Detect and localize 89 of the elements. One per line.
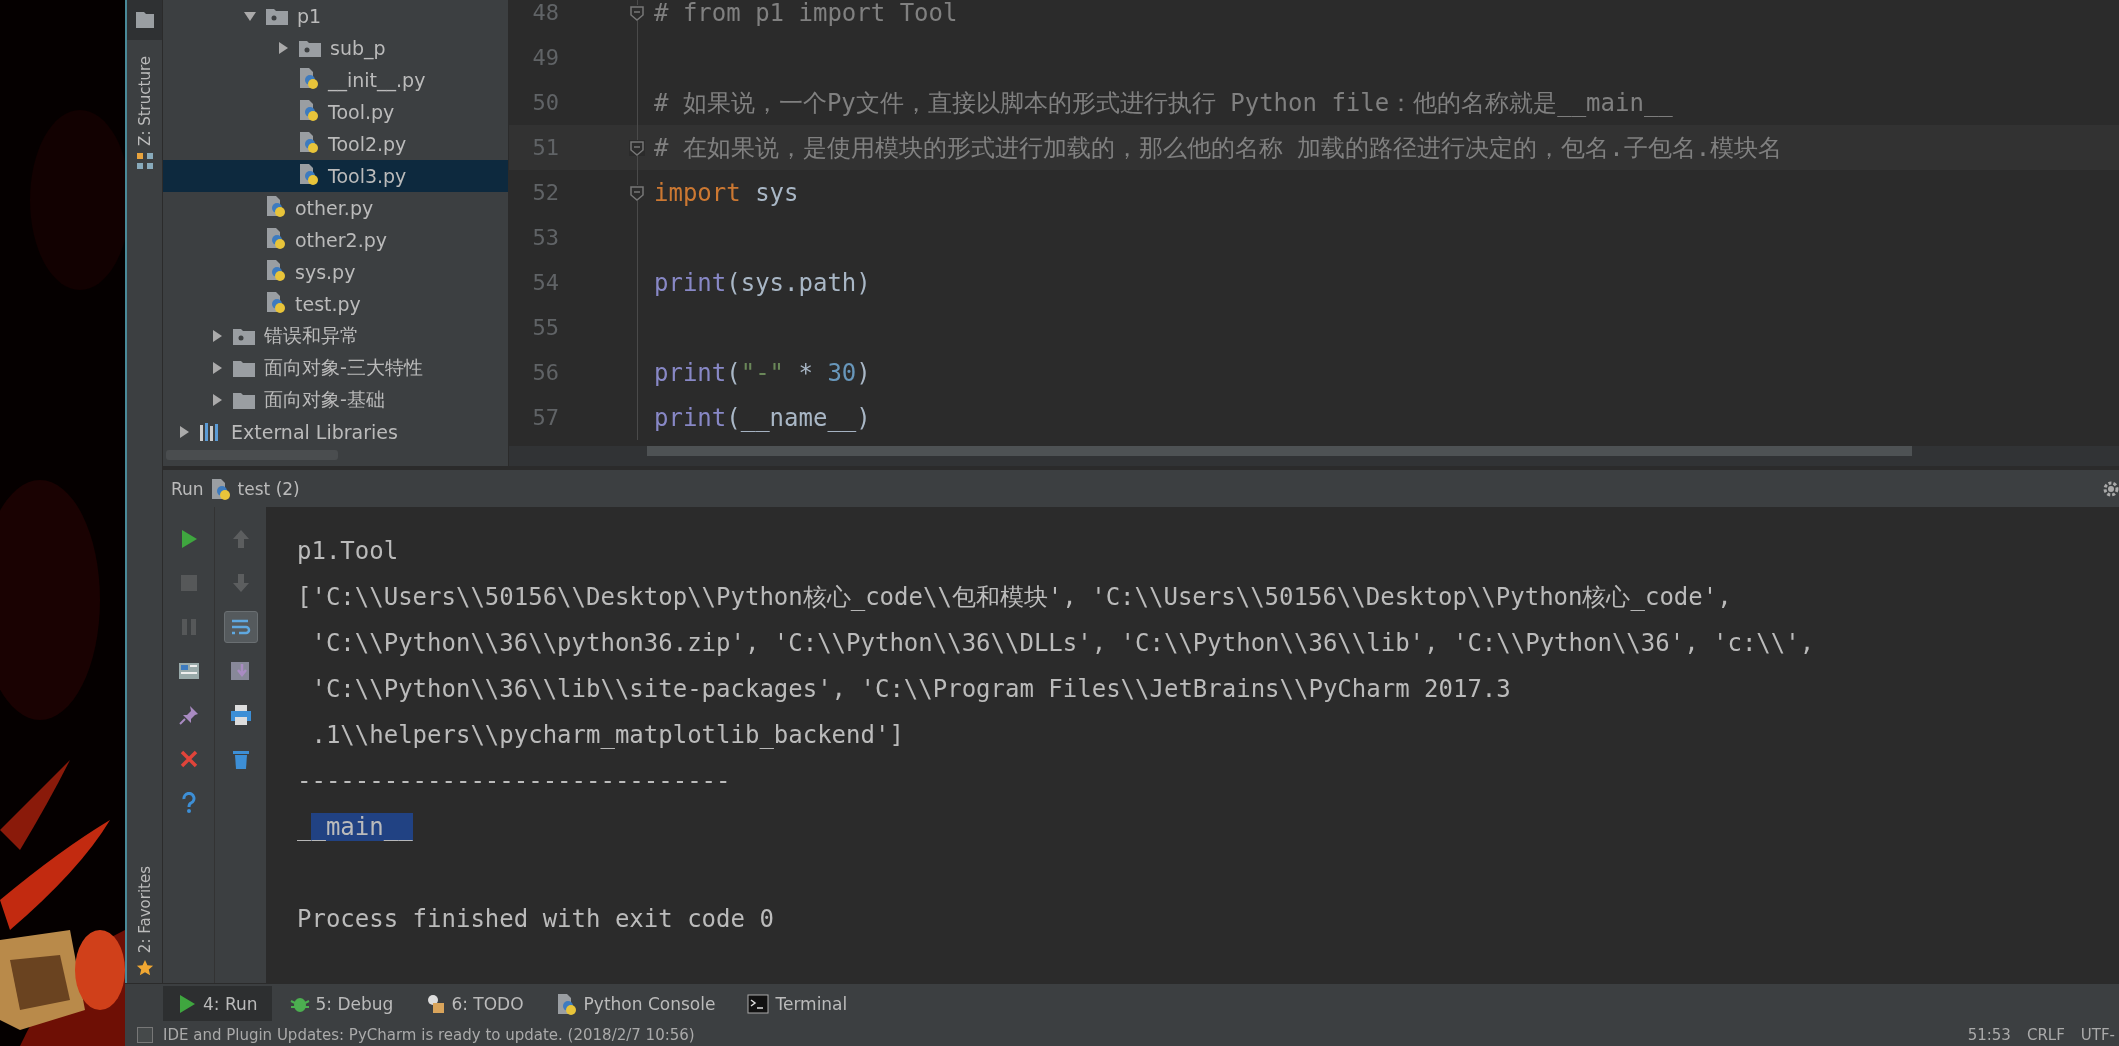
- tree-item[interactable]: sys.py: [163, 256, 508, 288]
- tree-item[interactable]: 面向对象-三大特性: [163, 352, 508, 384]
- status-message: IDE and Plugin Updates: PyCharm is ready to update. (2018/2/7 10:56): [163, 1025, 695, 1044]
- settings-icon[interactable]: [2103, 480, 2119, 497]
- python-file-icon: [265, 226, 287, 250]
- python-file-icon: [265, 258, 287, 282]
- code-line: # from p1 import Tool: [653, 0, 958, 27]
- output-line: .1\\helpers\\pycharm_matplotlib_backend']: [310, 720, 904, 751]
- python-icon: [209, 476, 232, 501]
- collapsed-arrow-icon[interactable]: [210, 393, 224, 407]
- terminal-icon: [747, 993, 770, 1014]
- collapsed-arrow-icon[interactable]: [276, 41, 290, 55]
- layout-icon: [177, 660, 200, 682]
- line-number: 53: [531, 225, 559, 250]
- line-number: 50: [531, 90, 559, 115]
- tool-window-tab[interactable]: 6: TODO: [411, 986, 538, 1022]
- tree-item[interactable]: test.py: [163, 288, 508, 320]
- line-separator[interactable]: CRLF: [2026, 1025, 2065, 1044]
- tool-window-tab[interactable]: Python Console: [541, 986, 730, 1022]
- python-file-icon: [298, 98, 320, 122]
- line-number: 54: [531, 270, 559, 295]
- todo-icon: [425, 993, 446, 1014]
- python-file-icon: [265, 290, 287, 314]
- tree-item[interactable]: Tool.py: [163, 96, 508, 128]
- output-line: p1.Tool: [297, 536, 399, 567]
- tree-item[interactable]: Tool2.py: [163, 128, 508, 160]
- folder-icon: [232, 390, 256, 410]
- code-line: print(__name__): [653, 403, 871, 432]
- collapsed-arrow-icon[interactable]: [210, 361, 224, 375]
- scroll-to-end-icon: [229, 660, 252, 682]
- tree-item[interactable]: other.py: [163, 192, 508, 224]
- panel-title: Run: [171, 478, 204, 499]
- package-folder-icon: [265, 6, 289, 26]
- output-line: __main__: [297, 812, 413, 843]
- expanded-arrow-icon[interactable]: [243, 9, 257, 23]
- tree-item[interactable]: 错误和异常: [163, 320, 508, 352]
- python-file-icon: [265, 194, 287, 218]
- python-file-icon: [298, 162, 320, 186]
- structure-icon: [135, 151, 154, 170]
- fold-marker-icon[interactable]: [629, 4, 645, 21]
- python-file-icon: [298, 66, 320, 90]
- output-line: 'C:\\Python\\36\\python36.zip', 'C:\\Python\\36\\DLLs', 'C:\\Python\\36\\lib', 'C:\\Python\\36', 'c:\\',: [310, 628, 1815, 659]
- package-folder-icon: [298, 38, 322, 58]
- print-icon: [229, 704, 252, 726]
- line-number: 55: [531, 315, 559, 340]
- run-icon: [177, 993, 197, 1014]
- status-toggle[interactable]: [137, 1026, 153, 1043]
- collapsed-arrow-icon[interactable]: [177, 425, 191, 439]
- output-line: ------------------------------: [297, 766, 731, 797]
- package-folder-icon: [232, 326, 256, 346]
- structure-tab[interactable]: Z: Structure: [135, 56, 154, 146]
- tree-item[interactable]: External Libraries: [163, 416, 508, 448]
- code-line: import sys: [653, 178, 799, 207]
- collapsed-arrow-icon[interactable]: [210, 329, 224, 343]
- line-number: 52: [531, 180, 559, 205]
- folder-icon: [232, 358, 256, 378]
- tree-item[interactable]: Tool3.py: [163, 160, 508, 192]
- favorites-tab[interactable]: 2: Favorites: [135, 865, 154, 954]
- project-icon[interactable]: [134, 10, 155, 30]
- pin-icon: [177, 704, 200, 726]
- tree-item[interactable]: 面向对象-基础: [163, 384, 508, 416]
- python-file-icon: [298, 130, 320, 154]
- tree-item[interactable]: p1: [163, 0, 508, 32]
- line-number: 49: [531, 45, 559, 70]
- code-line: print(sys.path): [653, 268, 871, 297]
- tool-window-tab[interactable]: 4: Run: [163, 986, 272, 1022]
- line-number: 57: [531, 405, 559, 430]
- output-line: Process finished with exit code 0: [297, 904, 774, 935]
- output-line: 'C:\\Python\\36\\lib\\site-packages', 'C:\\Program Files\\JetBrains\\PyCharm 2017.3: [310, 674, 1511, 705]
- cursor-position[interactable]: 51:53: [1967, 1025, 2011, 1044]
- run-config-name: test (2): [237, 478, 300, 499]
- tree-item[interactable]: sub_p: [163, 32, 508, 64]
- output-line: ['C:\\Users\\50156\\Desktop\\Python核心_code\\包和模块', 'C:\\Users\\50156\\Desktop\\Python核心_code',: [297, 582, 1732, 613]
- line-number: 56: [531, 360, 559, 385]
- toolbar-button[interactable]: [223, 611, 258, 643]
- fold-marker-icon[interactable]: [629, 139, 645, 156]
- fold-marker-icon[interactable]: [629, 184, 645, 201]
- file-encoding[interactable]: UTF-: [2080, 1025, 2115, 1044]
- code-line: print("-" * 30): [653, 358, 871, 387]
- tree-item[interactable]: other2.py: [163, 224, 508, 256]
- line-number: 48: [531, 0, 559, 25]
- tree-item[interactable]: __init__.py: [163, 64, 508, 96]
- python-console-icon: [555, 991, 578, 1016]
- tool-window-tab[interactable]: 5: Debug: [275, 986, 408, 1022]
- code-line: # 在如果说，是使用模块的形式进行加载的，那么他的名称 加载的路径进行决定的，包名.子包名.模块名: [653, 132, 1783, 164]
- code-line: # 如果说，一个Py文件，直接以脚本的形式进行执行 Python file：他的名称就是__main__: [653, 87, 1673, 119]
- scrollbar[interactable]: [647, 446, 1912, 456]
- tool-window-tab[interactable]: Terminal: [733, 986, 862, 1022]
- star-icon: [135, 959, 154, 978]
